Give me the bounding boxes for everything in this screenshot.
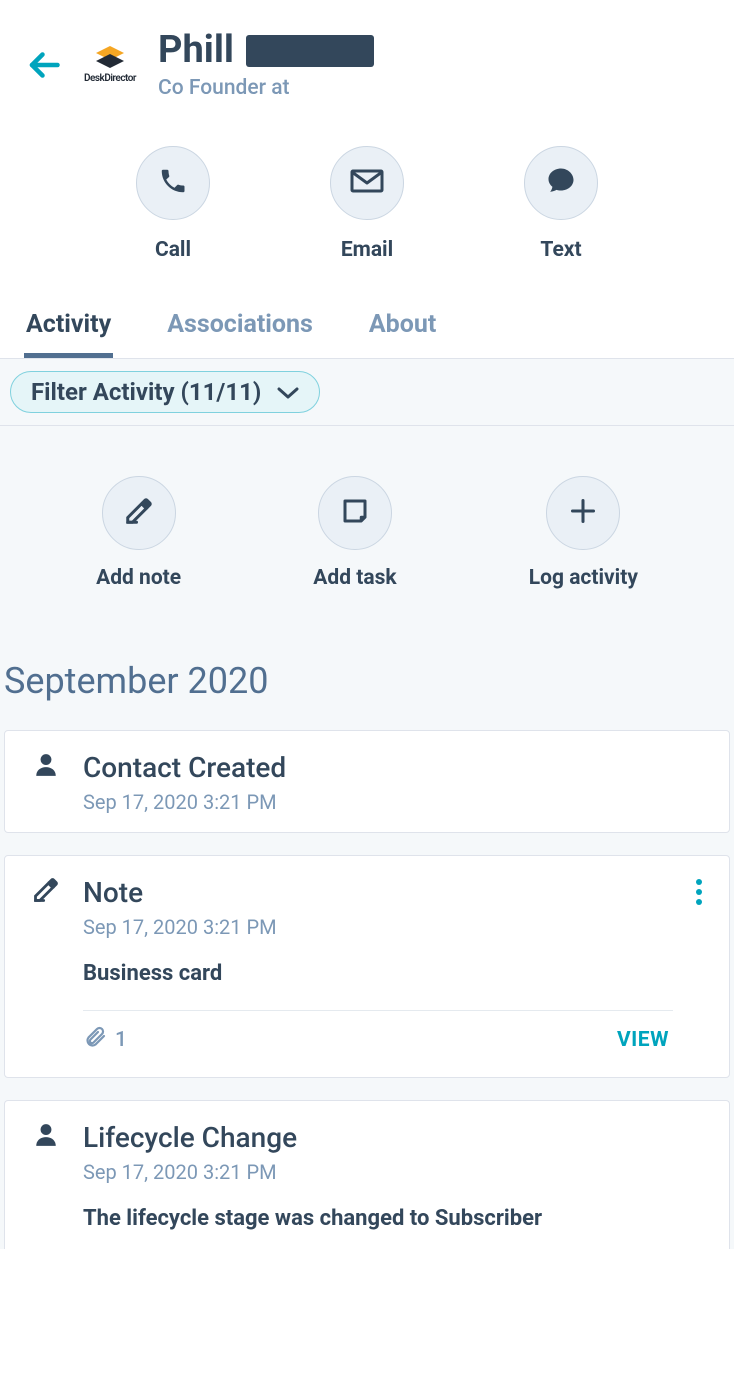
add-note-label: Add note — [96, 566, 181, 590]
card-title: Note — [83, 876, 673, 909]
quick-actions: Add note Add task Log activity — [0, 426, 734, 622]
add-task-label: Add task — [313, 566, 396, 590]
log-activity-label: Log activity — [529, 566, 638, 590]
tab-associations[interactable]: Associations — [165, 302, 315, 358]
email-label: Email — [341, 238, 393, 262]
contact-actions: Call Email Text — [0, 108, 734, 280]
company-logo: DeskDirector — [84, 46, 136, 84]
card-timestamp: Sep 17, 2020 3:21 PM — [83, 915, 673, 939]
chat-icon — [545, 166, 577, 200]
call-label: Call — [155, 238, 191, 262]
email-button[interactable] — [330, 146, 404, 220]
view-button[interactable]: VIEW — [617, 1028, 669, 1052]
name-redacted — [246, 35, 374, 67]
chevron-down-icon — [277, 378, 299, 406]
person-icon — [29, 751, 63, 779]
contact-subtitle: Co Founder at — [158, 76, 374, 100]
card-title: Contact Created — [83, 751, 705, 784]
card-body: Business card — [83, 961, 673, 986]
more-vertical-icon — [695, 891, 703, 910]
card-body: The lifecycle stage was changed to Subsc… — [83, 1206, 705, 1231]
attachment-number: 1 — [115, 1028, 127, 1052]
phone-icon — [158, 166, 188, 200]
edit-icon — [29, 876, 63, 904]
attachment-count[interactable]: 1 — [83, 1025, 127, 1055]
filter-label: Filter Activity (11/11) — [31, 378, 261, 406]
activity-card-lifecycle[interactable]: Lifecycle Change Sep 17, 2020 3:21 PM Th… — [4, 1100, 730, 1249]
card-timestamp: Sep 17, 2020 3:21 PM — [83, 790, 705, 814]
card-timestamp: Sep 17, 2020 3:21 PM — [83, 1160, 705, 1184]
plus-icon — [569, 497, 597, 529]
activity-card-contact-created[interactable]: Contact Created Sep 17, 2020 3:21 PM — [4, 730, 730, 833]
add-note-button[interactable]: Add note — [96, 476, 181, 590]
edit-icon — [124, 496, 154, 530]
logo-text: DeskDirector — [84, 74, 136, 84]
text-button[interactable] — [524, 146, 598, 220]
card-title: Lifecycle Change — [83, 1121, 705, 1154]
timeline-month-header: September 2020 — [0, 622, 734, 722]
tab-activity[interactable]: Activity — [24, 302, 113, 358]
back-button[interactable] — [26, 47, 62, 83]
log-activity-button[interactable]: Log activity — [529, 476, 638, 590]
contact-name: Phill — [158, 30, 234, 72]
contact-header: DeskDirector Phill Co Founder at — [0, 0, 734, 108]
filter-bar: Filter Activity (11/11) — [0, 359, 734, 426]
paperclip-icon — [83, 1025, 107, 1055]
task-icon — [340, 496, 370, 530]
filter-activity-dropdown[interactable]: Filter Activity (11/11) — [10, 371, 320, 413]
tabs: Activity Associations About — [0, 280, 734, 359]
card-more-button[interactable] — [693, 876, 705, 912]
email-icon — [350, 169, 384, 197]
tab-about[interactable]: About — [367, 302, 438, 358]
call-button[interactable] — [136, 146, 210, 220]
person-icon — [29, 1121, 63, 1149]
text-label: Text — [540, 238, 581, 262]
divider — [83, 1010, 673, 1011]
add-task-button[interactable]: Add task — [313, 476, 396, 590]
activity-card-note[interactable]: Note Sep 17, 2020 3:21 PM Business card … — [4, 855, 730, 1078]
